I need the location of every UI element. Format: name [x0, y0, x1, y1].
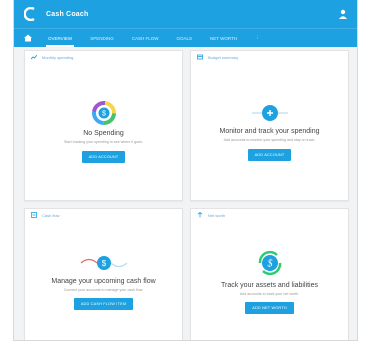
cashflow-icon	[31, 212, 37, 218]
spending-card-title: No Spending	[83, 130, 124, 138]
app-frame: Cash Coach Overview Spending Cash flow G…	[13, 0, 358, 341]
cashflow-card-header: Cash flow	[25, 209, 182, 221]
spending-card: Monthly spending $ No Spending Start tra…	[24, 50, 183, 201]
spending-donut-icon: $	[91, 101, 116, 126]
tab-overview[interactable]: Overview	[45, 29, 75, 47]
cashflow-card-title-label: Cash flow	[42, 212, 60, 218]
spending-card-desc: Start tracking your spending to see wher…	[64, 140, 143, 145]
budget-card-title-label: Budget summary	[208, 54, 239, 60]
spending-card-header: Monthly spending	[25, 51, 182, 63]
budget-icon	[197, 54, 203, 60]
dashboard-grid: Monthly spending $ No Spending Start tra…	[24, 50, 349, 340]
svg-text:$: $	[102, 111, 106, 118]
cashflow-wave-icon: $	[80, 255, 127, 270]
networth-arrows-icon: $	[258, 250, 281, 275]
budget-card-title: Monitor and track your spending	[219, 128, 320, 136]
cashflow-card-desc: Connect your accounts to manage your cas…	[63, 287, 144, 292]
networth-card: Net worth $ Track your assets and liabil…	[190, 208, 349, 340]
budget-card-header: Budget summary	[191, 51, 348, 63]
tab-goals[interactable]: Goals	[176, 29, 192, 47]
networth-card-title: Track your assets and liabilities	[220, 281, 318, 289]
tab-cash-flow[interactable]: Cash flow	[132, 29, 159, 47]
add-net-worth-button[interactable]: Add net worth	[245, 302, 294, 315]
app-header: Cash Coach	[14, 0, 357, 28]
tab-net-worth[interactable]: Net worth	[210, 29, 237, 47]
trend-icon	[31, 54, 37, 60]
home-icon[interactable]	[24, 34, 32, 42]
tab-spending[interactable]: Spending	[90, 29, 114, 47]
svg-text:$: $	[101, 259, 106, 268]
add-cash-flow-button[interactable]: Add cash flow item	[73, 298, 134, 311]
budget-track-icon	[251, 105, 288, 122]
budget-card-desc: Add accounts to monitor your spending an…	[223, 138, 316, 143]
budget-card: Budget summary Monitor and track your sp…	[190, 50, 349, 201]
networth-icon	[197, 212, 203, 218]
svg-text:$: $	[267, 258, 272, 269]
add-account-button[interactable]: Add account	[81, 150, 126, 163]
app-logo-icon	[24, 7, 35, 21]
main-nav: Overview Spending Cash flow Goals Net wo…	[14, 28, 357, 47]
networth-card-desc: Add accounts to track your net worth.	[239, 291, 300, 296]
user-icon[interactable]	[339, 9, 347, 19]
cashflow-card: Cash flow $ Manage your upcoming cash fl…	[24, 208, 183, 340]
networth-card-title-label: Net worth	[208, 212, 226, 218]
networth-card-header: Net worth	[191, 209, 348, 221]
spending-card-title-label: Monthly spending	[42, 54, 74, 60]
budget-add-account-button[interactable]: Add account	[247, 148, 292, 161]
cashflow-card-title: Manage your upcoming cash flow	[51, 277, 156, 285]
tab-more[interactable]: ⋮	[255, 29, 260, 47]
app-title: Cash Coach	[46, 10, 89, 18]
